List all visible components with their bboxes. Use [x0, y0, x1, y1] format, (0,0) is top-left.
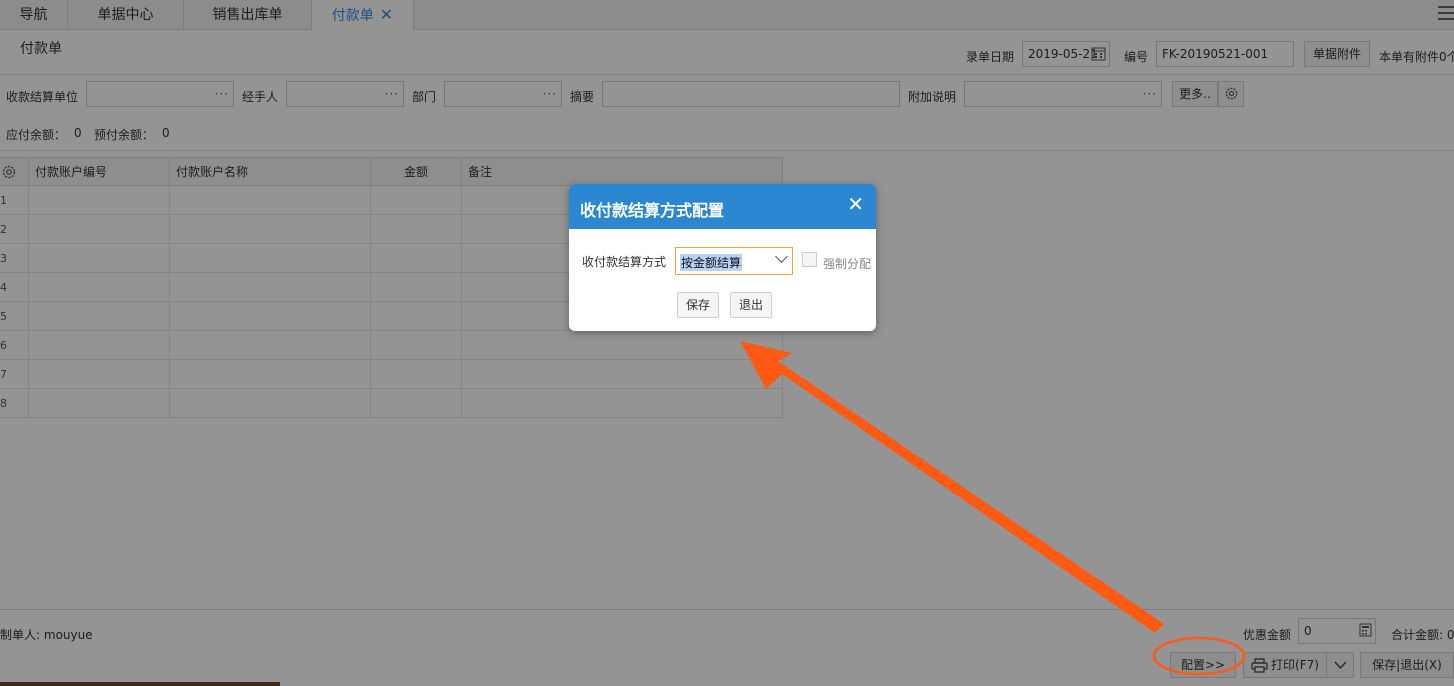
method-value: 按金额结算: [680, 254, 743, 271]
force-allocate-label: 强制分配: [823, 257, 872, 271]
method-label: 收付款结算方式: [582, 255, 667, 269]
dialog-title: 收付款结算方式配置: [580, 201, 725, 220]
force-allocate-checkbox[interactable]: [802, 252, 817, 267]
modal-overlay: [0, 0, 1454, 686]
dialog-header: 收付款结算方式配置 ✕: [569, 184, 876, 229]
settlement-config-dialog: 收付款结算方式配置 ✕ 收付款结算方式 按金额结算 强制分配 保存 退出: [569, 184, 876, 331]
close-icon[interactable]: ✕: [847, 194, 864, 214]
chevron-down-icon: [775, 250, 788, 263]
dialog-exit-button[interactable]: 退出: [730, 292, 772, 318]
method-select[interactable]: 按金额结算: [675, 247, 793, 275]
dialog-save-button[interactable]: 保存: [677, 292, 719, 318]
